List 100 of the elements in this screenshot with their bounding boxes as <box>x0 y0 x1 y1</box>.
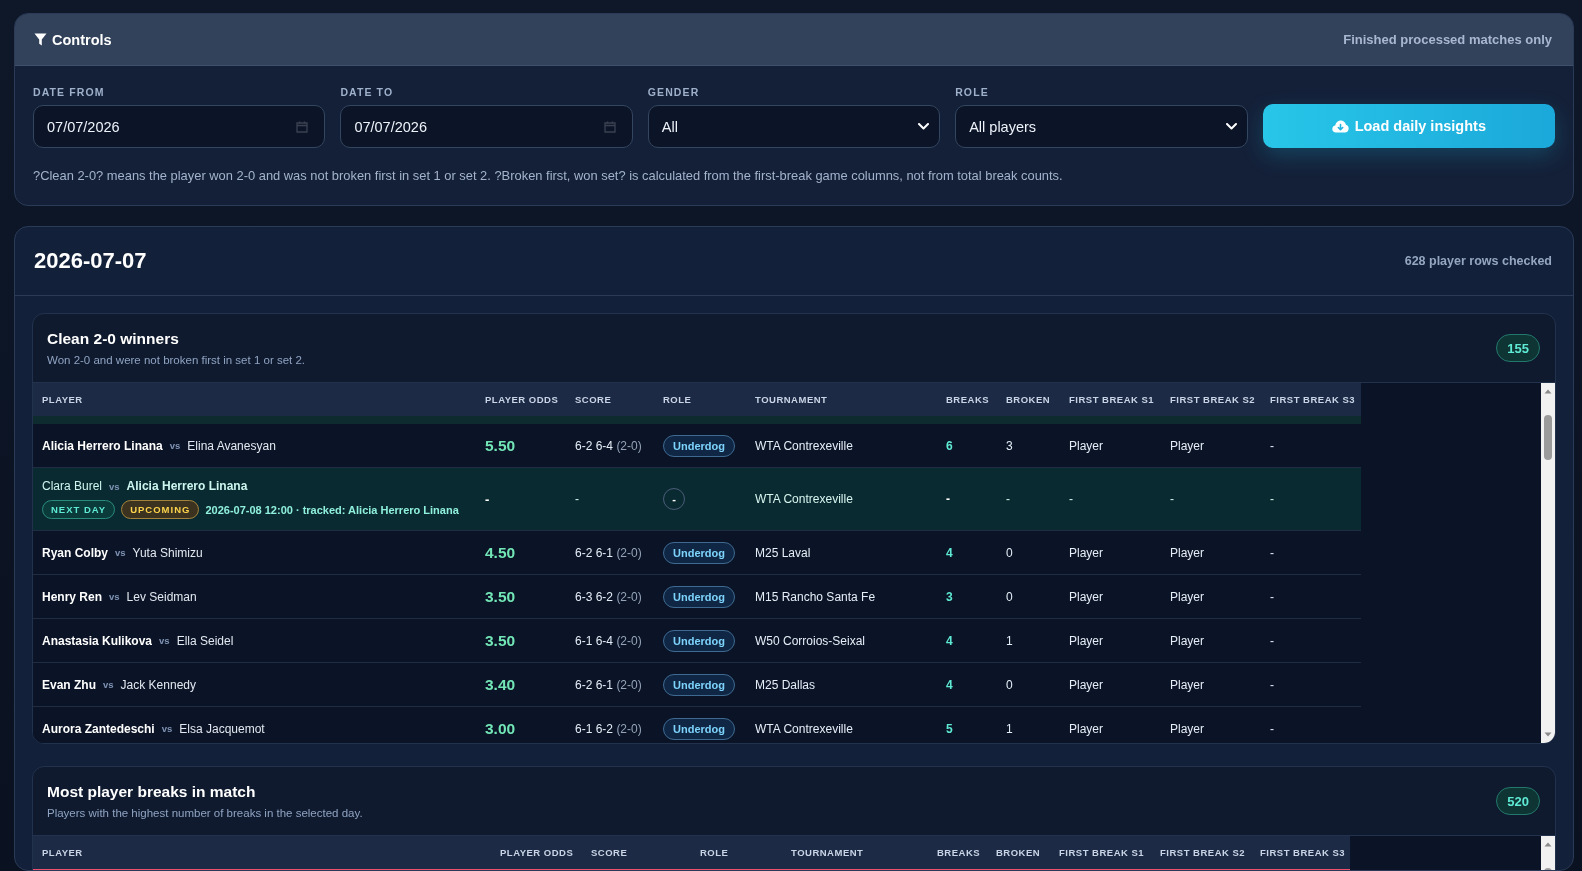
date-input[interactable]: 07/07/2026 <box>340 105 633 148</box>
tournament-name: M25 Laval <box>755 545 811 560</box>
column-header: BREAKS <box>937 847 981 858</box>
player-name: Ryan Colby <box>42 545 108 560</box>
first-break-value: Player <box>1069 633 1103 648</box>
score-text: 6-3 6-2 (2-0) <box>575 589 642 604</box>
first-break-value: Player <box>1069 438 1103 453</box>
score-text: 6-2 6-4 (2-0) <box>575 438 642 453</box>
section-subtitle: Won 2-0 and were not broken first in set 1 or set 2. <box>47 354 306 366</box>
first-break-value: Player <box>1170 677 1204 692</box>
player-name: Elsa Jacquemot <box>179 721 265 736</box>
broken-count: 0 <box>1006 589 1013 604</box>
score-text: - <box>575 492 579 506</box>
first-break-value: Player <box>1170 438 1204 453</box>
field-label: ROLE <box>955 86 989 98</box>
first-break-value: Player <box>1170 633 1204 648</box>
player-name: Aurora Zantedeschi <box>42 721 155 736</box>
chevron-down-icon[interactable] <box>918 123 930 130</box>
tournament-name: WTA Contrexeville <box>755 438 853 453</box>
column-header: BREAKS <box>946 394 990 405</box>
player-name: Ella Seidel <box>176 633 234 648</box>
broken-count: 0 <box>1006 545 1013 560</box>
first-break-value: - <box>1270 492 1274 506</box>
player-name: Lev Seidman <box>126 589 197 604</box>
column-header: FIRST BREAK S1 <box>1069 394 1155 405</box>
first-break-value: - <box>1270 633 1274 648</box>
odds-value: 5.50 <box>485 436 516 454</box>
player-name: Elina Avanesyan <box>187 438 276 453</box>
first-break-value: - <box>1270 589 1274 604</box>
panel-title: Controls <box>52 31 112 48</box>
first-break-value: - <box>1069 492 1073 506</box>
column-header: ROLE <box>700 847 729 858</box>
tournament-name: WTA Contrexeville <box>755 492 853 506</box>
breaks-count: 4 <box>946 677 953 692</box>
vs-label: vs <box>161 723 173 734</box>
chevron-down-icon[interactable] <box>1225 123 1237 130</box>
field-label: GENDER <box>647 86 700 98</box>
vs-label: vs <box>159 635 170 646</box>
field-label: DATE TO <box>340 86 394 98</box>
scrollbar[interactable] <box>1541 383 1555 743</box>
score-text: 6-2 6-1 (2-0) <box>575 677 642 692</box>
count-badge: 155 <box>1496 334 1540 362</box>
breaks-count: - <box>946 492 950 506</box>
status-tag: UPCOMING <box>121 500 200 519</box>
select-field[interactable]: All <box>647 105 941 148</box>
broken-count: 3 <box>1006 438 1013 453</box>
player-name: Henry Ren <box>42 589 103 604</box>
column-header: PLAYER ODDS <box>485 394 559 405</box>
role-tag: Underdog <box>663 629 735 652</box>
player-name: Clara Burel <box>42 479 103 493</box>
vs-label: vs <box>109 591 120 602</box>
count-badge: 520 <box>1496 787 1540 815</box>
date-input[interactable]: 07/07/2026 <box>33 105 326 148</box>
score-text: 6-1 6-4 (2-0) <box>575 633 642 648</box>
role-tag: Underdog <box>663 717 735 740</box>
first-break-value: - <box>1270 677 1274 692</box>
breaks-count: 5 <box>946 721 953 736</box>
broken-count: 1 <box>1006 721 1013 736</box>
calendar-icon[interactable] <box>603 120 616 133</box>
select-field[interactable]: All players <box>955 105 1248 148</box>
column-header: SCORE <box>591 847 628 858</box>
tournament-name: M25 Dallas <box>755 677 816 692</box>
breaks-count: 4 <box>946 633 953 648</box>
first-break-value: - <box>1270 438 1274 453</box>
column-header: BROKEN <box>996 847 1041 858</box>
role-tag: Underdog <box>663 585 735 608</box>
first-break-value: Player <box>1069 589 1103 604</box>
first-break-value: - <box>1170 492 1174 506</box>
column-header: PLAYER <box>42 394 83 405</box>
calendar-icon[interactable] <box>296 120 309 133</box>
scope-note: Finished processed matches only <box>1343 32 1552 47</box>
tournament-name: W50 Corroios-Seixal <box>755 633 866 648</box>
column-header: PLAYER ODDS <box>500 847 574 858</box>
column-header: FIRST BREAK S2 <box>1170 394 1256 405</box>
tournament-name: WTA Contrexeville <box>755 721 853 736</box>
column-header: FIRST BREAK S2 <box>1160 847 1246 858</box>
score-text: 6-2 6-1 (2-0) <box>575 545 642 560</box>
player-name: Yuta Shimizu <box>132 545 203 560</box>
first-break-value: Player <box>1069 545 1103 560</box>
broken-count: 1 <box>1006 633 1013 648</box>
column-header: SCORE <box>575 394 612 405</box>
odds-value: - <box>485 491 490 507</box>
hint-text: ?Clean 2-0? means the player won 2-0 and was not broken first in set 1 or set 2. ?Broken first, won set? is calculated from the first-break game columns, not from total break counts. <box>33 168 1064 184</box>
odds-value: 4.50 <box>485 543 516 561</box>
column-header: FIRST BREAK S3 <box>1260 847 1346 858</box>
first-break-value: Player <box>1069 677 1103 692</box>
first-break-value: Player <box>1170 589 1204 604</box>
column-header: TOURNAMENT <box>791 847 864 858</box>
tournament-name: M15 Rancho Santa Fe <box>755 589 876 604</box>
column-header: TOURNAMENT <box>755 394 828 405</box>
player-name: Alicia Herrero Linana <box>42 438 163 453</box>
filter-icon <box>34 33 47 46</box>
column-header: FIRST BREAK S3 <box>1270 394 1356 405</box>
match-detail: 2026-07-08 12:00 · tracked: Alicia Herrero Linana <box>205 503 459 516</box>
column-header: FIRST BREAK S1 <box>1059 847 1145 858</box>
vs-label: vs <box>103 679 114 690</box>
player-name: Alicia Herrero Linana <box>126 479 248 493</box>
player-name: Jack Kennedy <box>120 677 196 692</box>
odds-value: 3.40 <box>485 675 516 693</box>
first-break-value: - <box>1270 721 1274 736</box>
